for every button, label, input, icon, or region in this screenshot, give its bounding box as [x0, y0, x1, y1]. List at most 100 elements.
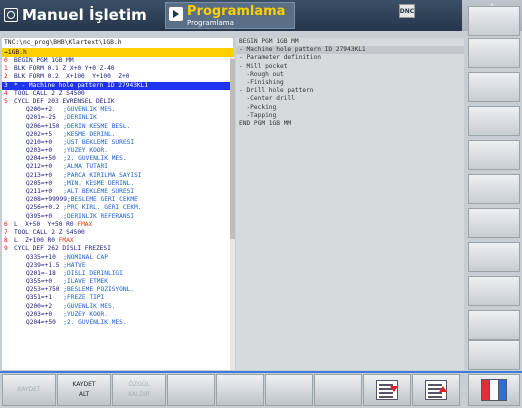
program-line[interactable]: Q203=+0 ;YUZEY KOOR.	[2, 311, 230, 319]
line-code: Q212=+0	[26, 163, 64, 171]
line-code: TOOL CALL 2 Z S4500	[14, 89, 85, 97]
program-line[interactable]: 1 BLK FORM 0.1 Z X+0 Y+0 Z-40	[2, 65, 230, 73]
line-comment: ;MIN. KESME DERINL.	[63, 179, 135, 187]
program-line[interactable]: 9 CYCL DEF 262 DISLI FREZESI	[2, 245, 230, 253]
program-line[interactable]: Q200=+2 ;GUVENLIK MES.	[2, 303, 230, 311]
programming-title: Programlama	[187, 4, 286, 19]
save-softkey[interactable]: KAYDET	[2, 374, 56, 406]
program-line[interactable]: 8 L Z+100 R0 FMAX	[2, 237, 230, 245]
program-line[interactable]: Q201=-25 ;DERINLIK	[2, 114, 230, 122]
structure-item[interactable]: -Finishing	[236, 79, 464, 87]
program-editor[interactable]: 0 BEGIN PGM 1GB MM 1 BLK FORM 0.1 Z X+0 Y+0…	[2, 57, 230, 370]
program-line[interactable]: Q239=+1.5 ;HATVE	[2, 262, 230, 270]
line-code: Q351=+1	[26, 294, 64, 302]
program-line[interactable]: 7 TOOL CALL 2 Z S4500	[2, 229, 230, 237]
right-softkey-7[interactable]	[468, 208, 520, 238]
program-line[interactable]: Q256=+0.2 ;PRC KIRL. GERI CEKM.	[2, 204, 230, 212]
program-line[interactable]: Q395=+0 ;DERINLIK REFERANSI	[2, 213, 230, 221]
right-softkey-6[interactable]	[468, 174, 520, 204]
line-number: 3	[4, 81, 8, 89]
right-softkey-11[interactable]	[468, 340, 520, 370]
line-number	[2, 196, 14, 204]
softkey-5[interactable]	[216, 374, 264, 406]
structure-item[interactable]: BEGIN PGM 1GB MM	[236, 38, 464, 46]
structure-item[interactable]: - Parameter definition	[236, 54, 464, 62]
line-comment: ;2. GUVENLIK MES.	[63, 319, 127, 326]
program-line[interactable]: Q208=+99999 ;BESLEME GERI CEKME	[2, 196, 230, 204]
line-code: Q253=+750	[26, 286, 64, 294]
undo-changes-softkey[interactable]: ÖZGÜL KALDIR	[112, 374, 166, 406]
save-as-softkey[interactable]: KAYDET ALT	[57, 374, 111, 406]
program-line[interactable]: 2 BLK FORM 0.2 X+100 Y+100 Z+0	[2, 73, 230, 81]
line-comment: ;GUVENLIK MES.	[63, 106, 116, 114]
program-line[interactable]: Q211=+0 ;ALT BEKLEME SURESI	[2, 188, 230, 196]
split-screen-icon	[481, 379, 507, 401]
right-softkey-2[interactable]	[468, 38, 520, 68]
page-up-softkey[interactable]	[412, 374, 460, 406]
right-softkey-5[interactable]	[468, 140, 520, 170]
structure-item[interactable]: -Tapping	[236, 112, 464, 120]
manual-operation-label: Manuel İşletim	[22, 6, 147, 24]
line-number: 4	[4, 89, 8, 97]
line-comment: ;ALMA TUTARI	[63, 163, 108, 171]
programming-tab[interactable]: Programlama Programlama	[165, 2, 295, 29]
line-code: CYCL DEF 203 EVRENSEL DELIK	[14, 97, 115, 105]
manual-operation-tab[interactable]: Manuel İşletim	[4, 4, 147, 26]
line-number: 9	[4, 245, 8, 253]
program-line[interactable]: Q202=+5 ;KESME DERINL.	[2, 131, 230, 139]
program-line[interactable]: Q212=+0 ;ALMA TUTARI	[2, 163, 230, 171]
page-down-softkey[interactable]	[363, 374, 411, 406]
program-line[interactable]: Q200=+2 ;GUVENLIK MES.	[2, 106, 230, 114]
right-softkey-4[interactable]	[468, 106, 520, 136]
right-softkey-10[interactable]	[468, 310, 520, 340]
right-softkey-8[interactable]	[468, 242, 520, 272]
line-number: 6	[4, 220, 8, 228]
structure-panel[interactable]: BEGIN PGM 1GB MM - Machine hole pattern I…	[236, 38, 464, 370]
softkey-6[interactable]	[265, 374, 313, 406]
program-line[interactable]: 3 * - Machine hole pattern ID 27943KL1	[2, 81, 230, 90]
program-line[interactable]: Q213=+0 ;PARCA KIRILMA SAYISI	[2, 172, 230, 180]
program-line[interactable]: Q205=+0 ;MIN. KESME DERINL.	[2, 180, 230, 188]
line-comment: ;HATVE	[63, 261, 86, 269]
program-line[interactable]: Q210=+0 ;UST BEKLEME SURESI	[2, 139, 230, 147]
line-number	[2, 131, 14, 139]
program-line[interactable]: Q351=+1 ;FREZE TIPI	[2, 294, 230, 302]
softkey-7[interactable]	[314, 374, 362, 406]
program-line[interactable]: 0 BEGIN PGM 1GB MM	[2, 57, 230, 65]
save-as-line2: ALT	[78, 391, 90, 398]
line-code: Q213=+0	[26, 171, 64, 179]
structure-item[interactable]: - Machine hole pattern ID 27943KL1	[236, 46, 464, 55]
program-line[interactable]: Q204=+50 ;2. GUVENLIK MES.	[2, 155, 230, 163]
program-line[interactable]: Q203=+0 ;YUZEY KOOR.	[2, 147, 230, 155]
program-line[interactable]: Q206=+150 ;DERIN KESME BESL.	[2, 123, 230, 131]
line-code: BLK FORM 0.2 X+100 Y+100 Z+0	[14, 73, 130, 81]
structure-item[interactable]: - Mill pocket	[236, 63, 464, 71]
line-code: Q203=+0	[26, 147, 64, 155]
program-line[interactable]: Q335=+10 ;NOMINAL CAP	[2, 254, 230, 262]
structure-item[interactable]: -Rough out	[236, 71, 464, 79]
line-number	[2, 278, 14, 286]
dnc-icon[interactable]: DNC	[399, 4, 415, 18]
scrollbar-thumb[interactable]	[230, 59, 235, 239]
program-line[interactable]: Q201=-18 ;DISLI DERINLIGI	[2, 270, 230, 278]
split-screen-softkey[interactable]	[468, 374, 520, 406]
program-scrollbar[interactable]	[230, 57, 235, 370]
right-softkey-1[interactable]	[468, 6, 520, 36]
softkey-4[interactable]	[167, 374, 215, 406]
program-line[interactable]: 4 TOOL CALL 2 Z S4500	[2, 90, 230, 98]
rapid-feed-keyword: FMAX	[77, 220, 93, 228]
program-line[interactable]: Q355=+0 ;ILAVE ETMEK	[2, 278, 230, 286]
structure-item[interactable]: -Pecking	[236, 104, 464, 112]
programming-mode-icon	[169, 7, 183, 21]
right-softkey-9[interactable]	[468, 276, 520, 306]
program-line[interactable]: Q204=+50 ;2. GUVENLIK MES.	[2, 319, 230, 327]
program-line[interactable]: 6 L X+50 Y+50 R0 FMAX	[2, 221, 230, 229]
program-line[interactable]: 5 CYCL DEF 203 EVRENSEL DELIK	[2, 98, 230, 106]
structure-item[interactable]: -Center drill	[236, 95, 464, 103]
structure-item[interactable]: - Drill hole pattern	[236, 87, 464, 95]
program-line[interactable]: Q253=+750 ;BESLEME POZISYONL.	[2, 286, 230, 294]
right-softkey-3[interactable]	[468, 72, 520, 102]
line-number	[2, 163, 14, 171]
structure-item[interactable]: END PGM 1GB MM	[236, 120, 464, 128]
programming-subtitle: Programlama	[187, 19, 234, 27]
